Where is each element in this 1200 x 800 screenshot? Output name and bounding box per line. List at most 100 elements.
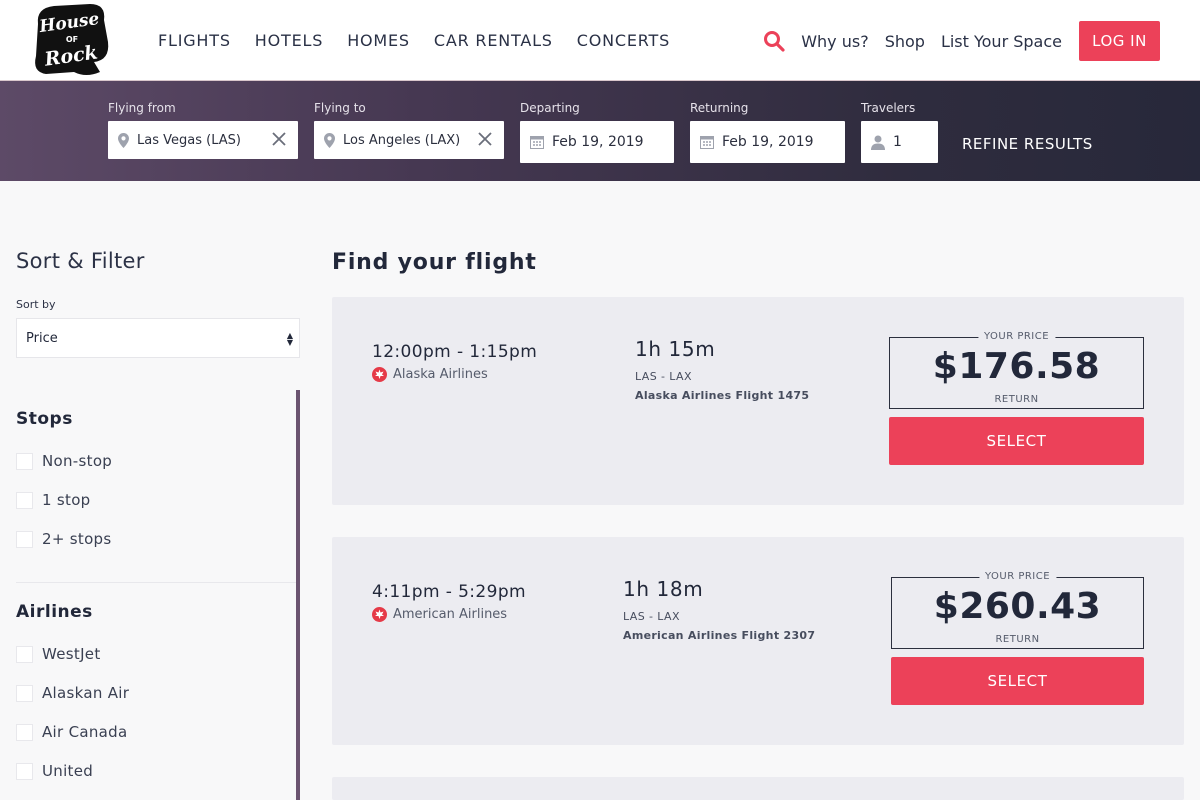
top-header: House OF Rock FLIGHTS HOTELS HOMES CAR R…: [0, 0, 1200, 81]
returning-label: Returning: [690, 101, 749, 115]
airline-option-label: Air Canada: [42, 723, 128, 741]
airline-name: American Airlines: [372, 607, 507, 622]
header-right: Why us? Shop List Your Space LOG IN: [763, 21, 1160, 61]
sidebar-scrollbar[interactable]: [296, 390, 300, 800]
airline-option-label: Alaskan Air: [42, 684, 130, 702]
main-nav: FLIGHTS HOTELS HOMES CAR RENTALS CONCERT…: [158, 31, 670, 50]
airline-name: Alaska Airlines: [372, 367, 488, 382]
flying-to-value: Los Angeles (LAX): [343, 132, 461, 148]
stop-option-2-plus[interactable]: 2+ stops: [16, 530, 112, 548]
price-box: YOUR PRICE $176.58 RETURN: [889, 331, 1144, 409]
price-amount: $176.58: [932, 346, 1101, 387]
location-pin-icon: [118, 132, 129, 148]
airline-option-label: WestJet: [42, 645, 101, 663]
flight-duration: 1h 18m: [623, 577, 704, 601]
checkbox[interactable]: [16, 762, 33, 780]
stop-option-label: 1 stop: [42, 491, 91, 509]
flight-duration: 1h 15m: [635, 337, 716, 361]
checkbox[interactable]: [16, 530, 33, 548]
nav-homes[interactable]: HOMES: [347, 31, 410, 50]
return-label: RETURN: [995, 634, 1040, 645]
calendar-icon: [700, 136, 714, 149]
flight-times: 12:00pm - 1:15pm: [372, 342, 538, 362]
list-your-space-link[interactable]: List Your Space: [941, 32, 1062, 51]
checkbox[interactable]: [16, 645, 33, 663]
flight-card-partial: [332, 777, 1184, 800]
search-icon[interactable]: [763, 30, 785, 52]
airline-option-westjet[interactable]: WestJet: [16, 645, 101, 663]
price-box: YOUR PRICE $260.43 RETURN: [891, 571, 1144, 649]
nav-concerts[interactable]: CONCERTS: [577, 31, 670, 50]
flight-times: 4:11pm - 5:29pm: [372, 582, 526, 602]
page-title: Find your flight: [332, 250, 537, 275]
returning-date-input[interactable]: Feb 19, 2019: [690, 121, 845, 163]
airlines-title: Airlines: [16, 602, 93, 622]
travelers-group: Travelers 1: [861, 101, 938, 163]
clear-to-icon[interactable]: [478, 132, 492, 146]
departing-label: Departing: [520, 101, 580, 115]
flying-to-input[interactable]: Los Angeles (LAX): [314, 121, 504, 159]
returning-group: Returning Feb 19, 2019: [690, 101, 845, 163]
flying-from-label: Flying from: [108, 101, 176, 115]
checkbox[interactable]: [16, 452, 33, 470]
flight-number: Alaska Airlines Flight 1475: [635, 389, 810, 402]
flight-route: LAS - LAX: [623, 610, 680, 623]
location-pin-icon: [324, 132, 335, 148]
your-price-label: YOUR PRICE: [978, 571, 1057, 582]
airline-option-label: United: [42, 762, 94, 780]
airline-option-united[interactable]: United: [16, 762, 93, 780]
your-price-label: YOUR PRICE: [977, 331, 1056, 342]
login-button[interactable]: LOG IN: [1079, 21, 1160, 61]
nav-flights[interactable]: FLIGHTS: [158, 31, 231, 50]
flight-number: American Airlines Flight 2307: [623, 629, 816, 642]
flying-to-group: Flying to Los Angeles (LAX): [314, 101, 504, 159]
flight-card: 4:11pm - 5:29pm American Airlines 1h 18m…: [332, 537, 1184, 745]
sort-by-value: Price: [26, 330, 58, 346]
travelers-value: 1: [893, 134, 902, 150]
stop-option-label: Non-stop: [42, 452, 113, 470]
stop-option-label: 2+ stops: [42, 530, 112, 548]
flying-from-input[interactable]: Las Vegas (LAS): [108, 121, 298, 159]
sidebar-divider: [16, 582, 296, 583]
nav-car-rentals[interactable]: CAR RENTALS: [434, 31, 553, 50]
airline-logo-icon: [372, 607, 387, 622]
select-arrows-icon: ▲ ▼: [286, 331, 293, 347]
airline-logo-icon: [372, 367, 387, 382]
departing-group: Departing Feb 19, 2019: [520, 101, 674, 163]
svg-text:OF: OF: [66, 35, 78, 44]
search-bar: Flying from Las Vegas (LAS) Flying to Lo…: [0, 81, 1200, 181]
travelers-input[interactable]: 1: [861, 121, 938, 163]
stops-title: Stops: [16, 409, 73, 429]
departing-date-value: Feb 19, 2019: [552, 134, 644, 150]
clear-from-icon[interactable]: [272, 132, 286, 146]
select-button[interactable]: SELECT: [891, 657, 1144, 705]
flying-from-group: Flying from Las Vegas (LAS): [108, 101, 298, 159]
sort-by-label: Sort by: [16, 298, 56, 311]
refine-results-button[interactable]: REFINE RESULTS: [962, 135, 1093, 153]
price-amount: $260.43: [933, 586, 1102, 627]
checkbox[interactable]: [16, 491, 33, 509]
flying-from-value: Las Vegas (LAS): [137, 132, 241, 148]
travelers-label: Travelers: [861, 101, 916, 115]
sort-by-select[interactable]: Price ▲ ▼: [16, 318, 300, 358]
airline-option-alaskan-air[interactable]: Alaskan Air: [16, 684, 129, 702]
house-of-rock-logo[interactable]: House OF Rock: [30, 2, 112, 78]
stop-option-nonstop[interactable]: Non-stop: [16, 452, 112, 470]
flight-route: LAS - LAX: [635, 370, 692, 383]
departing-date-input[interactable]: Feb 19, 2019: [520, 121, 674, 163]
airline-option-air-canada[interactable]: Air Canada: [16, 723, 127, 741]
why-us-link[interactable]: Why us?: [801, 32, 868, 51]
return-label: RETURN: [994, 394, 1039, 405]
shop-link[interactable]: Shop: [885, 32, 925, 51]
returning-date-value: Feb 19, 2019: [722, 134, 814, 150]
nav-hotels[interactable]: HOTELS: [255, 31, 323, 50]
person-icon: [871, 135, 885, 150]
stop-option-1-stop[interactable]: 1 stop: [16, 491, 91, 509]
airline-name-text: Alaska Airlines: [393, 367, 488, 382]
checkbox[interactable]: [16, 723, 33, 741]
airline-name-text: American Airlines: [393, 607, 508, 622]
checkbox[interactable]: [16, 684, 33, 702]
sort-filter-title: Sort & Filter: [16, 249, 145, 273]
select-button[interactable]: SELECT: [889, 417, 1144, 465]
flying-to-label: Flying to: [314, 101, 366, 115]
